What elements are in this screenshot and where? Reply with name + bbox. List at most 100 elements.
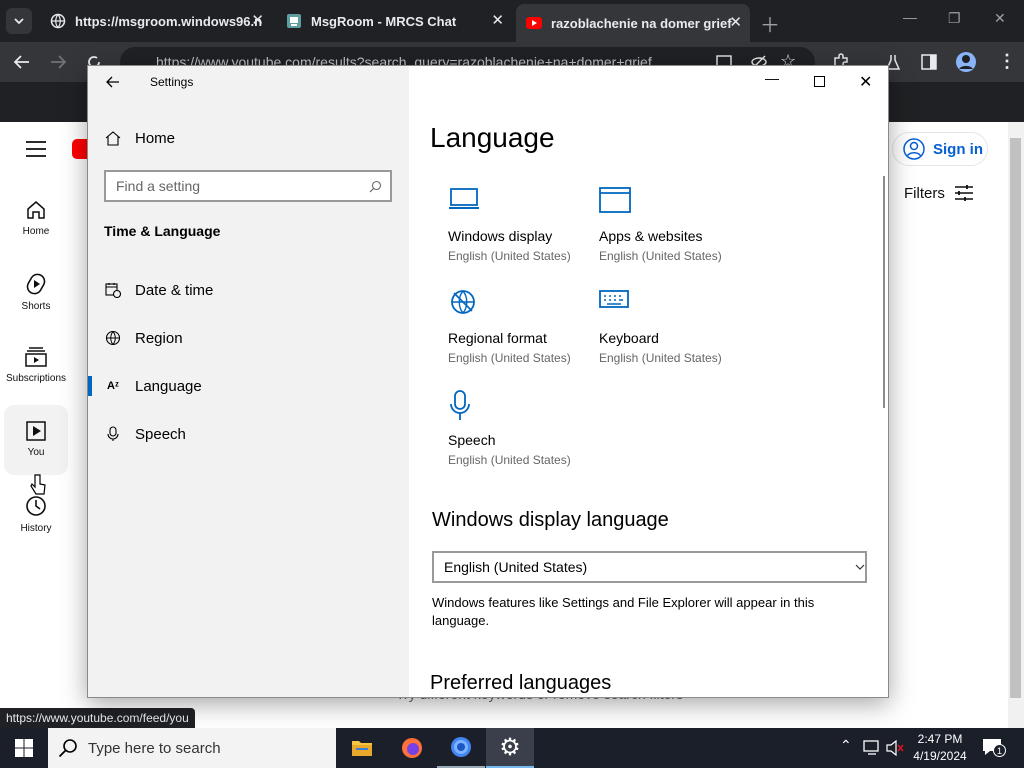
nav-label: Language (135, 377, 202, 395)
yt-nav-shorts[interactable]: Shorts (4, 273, 68, 312)
maximize-icon[interactable] (814, 76, 825, 87)
yt-nav-label: You (27, 447, 45, 458)
profile-icon[interactable] (955, 51, 977, 73)
nav-language[interactable]: Aᶻ Language (88, 366, 409, 406)
your-channel-icon (26, 421, 46, 441)
settings-scrollbar[interactable] (883, 176, 885, 408)
back-arrow-icon[interactable] (14, 55, 30, 69)
yt-nav-label: Shorts (21, 301, 51, 312)
section-heading: Time & Language (104, 223, 221, 239)
minimize-icon[interactable]: — (765, 70, 779, 86)
filters-label: Filters (904, 184, 945, 202)
taskbar-search-placeholder: Type here to search (88, 739, 221, 757)
tab-search-button[interactable] (6, 8, 32, 34)
display-language-dropdown[interactable]: English (United States) (432, 551, 867, 583)
browser-tab-strip: https://msgroom.windows96.n ✕ MsgRoom - … (0, 0, 1024, 42)
nav-region[interactable]: Region (88, 318, 409, 358)
clock-date: 4/19/2024 (913, 749, 967, 763)
settings-app-button[interactable]: ⚙ (486, 728, 534, 768)
globe-format-icon (451, 290, 475, 314)
minimize-icon[interactable]: — (903, 9, 917, 25)
close-tab-icon[interactable]: ✕ (251, 11, 264, 29)
globe-icon (50, 13, 66, 29)
page-title: Language (430, 122, 555, 153)
side-panel-icon[interactable] (921, 54, 937, 70)
chrome-menu-icon[interactable]: ⋮ (998, 51, 1016, 72)
tile-apps-websites[interactable]: Apps & websites English (United States) (599, 186, 749, 286)
firefox-button[interactable] (388, 728, 436, 768)
tab-title: https://msgroom.windows96.n (75, 13, 263, 29)
tile-subtitle: English (United States) (448, 351, 571, 365)
tile-subtitle: English (United States) (599, 249, 722, 263)
calendar-clock-icon (105, 282, 121, 298)
browser-tab[interactable]: https://msgroom.windows96.n ✕ (40, 6, 272, 36)
taskbar-search[interactable]: Type here to search (48, 728, 336, 768)
taskbar: Type here to search ⚙ ⌃ 2:47 PM 4/19/202… (0, 728, 1024, 768)
settings-window: Settings Home Find a setting Time & Lang… (87, 65, 889, 698)
new-tab-icon[interactable]: ＋ (760, 9, 780, 38)
back-arrow-icon[interactable] (106, 76, 120, 88)
search-placeholder: Find a setting (116, 178, 201, 194)
filters-button[interactable]: Filters (904, 184, 974, 202)
tile-title: Windows display (448, 228, 553, 244)
tile-keyboard[interactable]: Keyboard English (United States) (599, 288, 749, 388)
close-tab-icon[interactable]: ✕ (729, 13, 742, 31)
search-icon (58, 739, 77, 758)
chrome-button[interactable] (437, 728, 485, 768)
nav-date-time[interactable]: Date & time (88, 270, 409, 310)
nav-speech[interactable]: Speech (88, 414, 409, 454)
keyboard-icon (599, 290, 629, 308)
yt-nav-subscriptions[interactable]: Subscriptions (4, 347, 68, 384)
yt-nav-history[interactable]: History (4, 495, 68, 534)
display-language-heading: Windows display language (432, 509, 669, 531)
close-tab-icon[interactable]: ✕ (491, 11, 504, 29)
clock[interactable]: 2:47 PM 4/19/2024 (908, 731, 972, 765)
find-setting-input[interactable]: Find a setting (104, 170, 392, 202)
home-icon (27, 201, 45, 219)
nav-label: Date & time (135, 281, 214, 299)
network-icon[interactable] (863, 740, 881, 756)
selected-indicator (88, 376, 92, 396)
file-explorer-button[interactable] (338, 728, 386, 768)
browser-tab-active[interactable]: razoblachenie na domer grief ✕ (516, 4, 750, 42)
mouse-cursor-icon (30, 474, 46, 495)
browser-tab[interactable]: MsgRoom - MRCS Chat ✕ (276, 6, 512, 36)
yt-nav-label: Subscriptions (5, 373, 67, 384)
subscriptions-icon (25, 347, 47, 367)
start-button[interactable] (0, 728, 48, 768)
notification-center-button[interactable]: 1 (982, 738, 1006, 758)
folder-icon (352, 741, 372, 756)
settings-content: — ✕ Language Windows display English (Un… (409, 66, 888, 697)
sign-in-button[interactable]: Sign in (892, 132, 988, 166)
yt-nav-you[interactable]: You (4, 405, 68, 475)
tile-regional-format[interactable]: Regional format English (United States) (448, 288, 598, 388)
close-icon[interactable]: ✕ (859, 72, 872, 92)
hamburger-menu-icon[interactable] (26, 141, 46, 157)
restore-icon[interactable]: ❐ (948, 10, 961, 27)
display-language-desc: Windows features like Settings and File … (432, 595, 815, 628)
home-icon (105, 130, 121, 146)
scrollbar-thumb[interactable] (1010, 138, 1021, 698)
show-hidden-icons[interactable]: ⌃ (840, 737, 852, 754)
settings-home[interactable]: Home (88, 118, 409, 158)
status-url-bar: https://www.youtube.com/feed/you (0, 708, 195, 728)
forward-arrow-icon[interactable] (50, 55, 66, 69)
yt-nav-label: History (20, 523, 52, 534)
sliders-icon (954, 185, 973, 201)
browser-window-icon (599, 187, 631, 213)
msgroom-icon (286, 13, 302, 29)
tile-subtitle: English (United States) (448, 249, 571, 263)
tile-windows-display[interactable]: Windows display English (United States) (448, 186, 598, 286)
microphone-icon (105, 426, 121, 442)
search-icon (369, 180, 382, 193)
language-icon: Aᶻ (107, 380, 119, 392)
sign-in-label: Sign in (933, 140, 983, 158)
settings-sidebar: Settings Home Find a setting Time & Lang… (88, 66, 409, 697)
tile-speech[interactable]: Speech English (United States) (448, 390, 598, 490)
yt-nav-home[interactable]: Home (4, 200, 68, 237)
tile-title: Apps & websites (599, 228, 703, 244)
scrollbar-track[interactable] (1008, 122, 1024, 728)
volume-muted-icon[interactable] (886, 740, 904, 756)
tab-title: MsgRoom - MRCS Chat (311, 13, 457, 29)
close-icon[interactable]: ✕ (994, 10, 1006, 27)
